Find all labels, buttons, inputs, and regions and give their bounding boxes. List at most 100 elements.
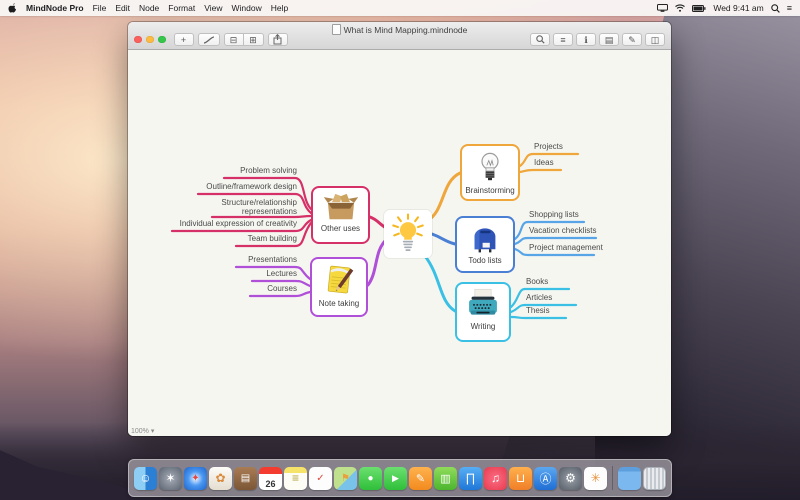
finder-icon: ☺	[139, 471, 152, 485]
menu-help[interactable]: Help	[271, 3, 288, 13]
mindmap-canvas[interactable]: Brainstorming Todo lists Writing Other u…	[128, 50, 671, 436]
mindmap-node-writing[interactable]: Writing	[455, 282, 511, 342]
menu-clock[interactable]: Wed 9:41 am	[713, 3, 763, 13]
child-outline-framework-design[interactable]: Outline/framework design	[206, 182, 297, 191]
child-problem-solving[interactable]: Problem solving	[240, 166, 297, 175]
dock-item-downloads[interactable]	[618, 466, 641, 490]
dock-item-trash[interactable]	[643, 466, 666, 490]
dock-item-maps[interactable]: ⚑	[334, 466, 357, 490]
share-button[interactable]	[267, 33, 288, 46]
facetime-icon: ▶	[392, 472, 399, 483]
menu-format[interactable]: Format	[168, 3, 195, 13]
mailbox-icon	[474, 228, 496, 253]
dock-item-keynote[interactable]: ∏	[459, 466, 482, 490]
share-icon	[273, 34, 282, 45]
inspector-button[interactable]: ◫	[645, 33, 665, 46]
child-shopping-lists[interactable]: Shopping lists	[529, 210, 579, 219]
child-projects[interactable]: Projects	[534, 142, 563, 151]
menu-window[interactable]: Window	[232, 3, 262, 13]
safari-icon: ✦	[191, 472, 200, 484]
node-label-other-uses: Other uses	[320, 224, 361, 233]
menu-app-name[interactable]: MindNode Pro	[26, 3, 84, 13]
dock-item-photos[interactable]: ✿	[209, 466, 232, 490]
cross-connection-button[interactable]	[197, 33, 220, 46]
calendar-icon: 26	[265, 478, 276, 489]
dock-item-messages[interactable]: ●	[359, 466, 382, 490]
node-label-todo-lists: Todo lists	[468, 256, 502, 265]
menu-edit[interactable]: Edit	[115, 3, 130, 13]
dock-item-mindnode[interactable]: ✳	[584, 466, 607, 490]
reminders-icon: ✓	[316, 472, 325, 484]
numbers-icon: ▥	[440, 472, 451, 485]
expand-button[interactable]: ⊞	[243, 33, 264, 46]
spotlight-icon[interactable]	[770, 3, 780, 13]
battery-icon[interactable]	[692, 4, 706, 12]
child-project-management[interactable]: Project management	[529, 243, 603, 252]
info-button[interactable]: ℹ	[576, 33, 596, 46]
child-team-building[interactable]: Team building	[248, 234, 297, 243]
mindmap-node-note-taking[interactable]: Note taking	[310, 257, 368, 317]
child-presentations[interactable]: Presentations	[248, 255, 297, 264]
mindmap-center-node[interactable]	[384, 210, 432, 258]
media-browser-button[interactable]: ▤	[599, 33, 619, 46]
collapse-button[interactable]: ⊟	[223, 33, 244, 46]
zoom-button[interactable]	[158, 35, 166, 44]
child-thesis[interactable]: Thesis	[526, 306, 550, 315]
app-store-icon: Ⓐ	[539, 471, 552, 486]
dock-item-contacts[interactable]: ▤	[234, 466, 257, 490]
mindmap-node-todo-lists[interactable]: Todo lists	[455, 216, 515, 273]
dock-item-reminders[interactable]: ✓	[309, 466, 332, 490]
outline-button[interactable]: ≡	[553, 33, 573, 46]
child-structure-relationship[interactable]: Structure/relationship representations	[221, 198, 297, 216]
menu-node[interactable]: Node	[139, 3, 159, 13]
dock-item-facetime[interactable]: ▶	[384, 466, 407, 490]
cardboard-box-icon	[323, 193, 358, 220]
dock-item-ibooks[interactable]: ⊔	[509, 466, 532, 490]
cross-connection-icon	[203, 35, 214, 44]
zoom-level: 100%	[131, 427, 149, 435]
mindnode-icon: ✳	[590, 471, 601, 485]
zoom-caret-icon: ▾	[150, 428, 155, 435]
node-label-note-taking: Note taking	[318, 299, 360, 308]
window-titlebar[interactable]: What is Mind Mapping.mindnode + ⊟ ⊞ ≡ ℹ …	[128, 22, 671, 50]
displays-icon[interactable]	[657, 4, 669, 12]
dock-item-safari[interactable]: ✦	[184, 466, 207, 490]
search-button[interactable]	[530, 33, 550, 46]
child-vacation-checklists[interactable]: Vacation checklists	[529, 226, 596, 235]
pages-icon: ✎	[415, 472, 426, 485]
add-node-button[interactable]: +	[173, 33, 194, 46]
dock-item-system-preferences[interactable]: ⚙	[559, 466, 582, 490]
mindmap-node-other-uses[interactable]: Other uses	[311, 186, 370, 244]
dock: ☺ ✶ ✦ ✿ ▤ 26 ≡ ✓ ⚑ ● ▶ ✎ ▥ ∏ ♫ ⊔ Ⓐ ⚙ ✳	[128, 459, 672, 497]
keynote-icon: ∏	[465, 471, 476, 485]
canvas-zoom-control[interactable]: 100% ▾	[131, 427, 155, 436]
dock-item-calendar[interactable]: 26	[259, 466, 282, 490]
dock-item-finder[interactable]: ☺	[134, 466, 157, 490]
lightbulb-clear-icon	[481, 152, 499, 181]
minimize-button[interactable]	[146, 35, 154, 44]
style-button[interactable]: ✎	[622, 33, 642, 46]
menu-view[interactable]: View	[204, 3, 222, 13]
dock-item-launchpad[interactable]: ✶	[159, 466, 182, 490]
close-button[interactable]	[134, 35, 142, 44]
child-ideas[interactable]: Ideas	[534, 158, 554, 167]
dock-item-app-store[interactable]: Ⓐ	[534, 466, 557, 490]
child-lectures[interactable]: Lectures	[266, 269, 297, 278]
menu-bar: MindNode Pro File Edit Node Format View Windo…	[0, 0, 800, 16]
dock-item-itunes[interactable]: ♫	[484, 466, 507, 490]
apple-menu[interactable]	[8, 3, 17, 13]
notification-center-icon[interactable]: ≡	[787, 3, 792, 13]
child-courses[interactable]: Courses	[267, 284, 297, 293]
dock-item-notes[interactable]: ≡	[284, 466, 307, 490]
mindmap-node-brainstorming[interactable]: Brainstorming	[460, 144, 520, 201]
apple-icon	[8, 3, 16, 13]
dock-separator	[612, 466, 613, 490]
child-articles[interactable]: Articles	[526, 293, 552, 302]
typewriter-icon	[469, 288, 497, 315]
child-books[interactable]: Books	[526, 277, 548, 286]
child-individual-expression[interactable]: Individual expression of creativity	[180, 219, 297, 228]
dock-item-numbers[interactable]: ▥	[434, 466, 457, 490]
dock-item-pages[interactable]: ✎	[409, 466, 432, 490]
wifi-icon[interactable]	[675, 4, 686, 12]
menu-file[interactable]: File	[93, 3, 107, 13]
